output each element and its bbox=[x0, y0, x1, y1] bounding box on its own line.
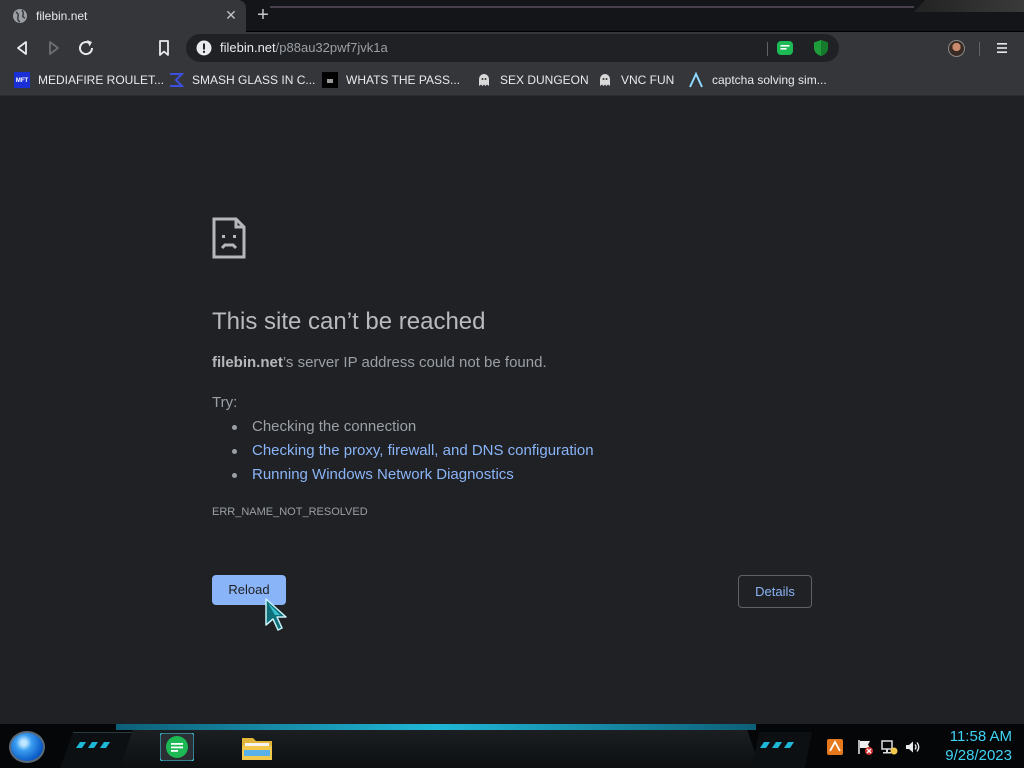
error-page: This site can’t be reached filebin.net’s… bbox=[0, 97, 1024, 724]
action-center-flag-icon[interactable] bbox=[856, 738, 874, 756]
url-text[interactable]: filebin.net/p88au32pwf7jvk1a bbox=[220, 40, 388, 56]
folder-taskbar-icon[interactable] bbox=[240, 732, 274, 762]
bookmark-sex-dungeon[interactable]: SEX DUNGEON bbox=[476, 71, 589, 89]
reload-icon[interactable] bbox=[74, 36, 98, 60]
bookmark-label: WHATS THE PASS... bbox=[346, 73, 461, 87]
menu-icon[interactable] bbox=[990, 36, 1014, 60]
suggestion-text[interactable]: Running Windows Network Diagnostics bbox=[252, 465, 514, 485]
shield-icon[interactable] bbox=[812, 39, 830, 57]
address-bar[interactable]: filebin.net/p88au32pwf7jvk1a bbox=[186, 34, 839, 62]
globe-icon bbox=[13, 9, 27, 23]
bookmark-label: captcha solving sim... bbox=[712, 73, 827, 87]
url-path: /p88au32pwf7jvk1a bbox=[275, 40, 388, 55]
bookmark-label: SMASH GLASS IN C... bbox=[192, 73, 316, 87]
error-message: filebin.net’s server IP address could no… bbox=[212, 353, 547, 373]
mouse-cursor-icon bbox=[265, 598, 287, 631]
toolbar-divider bbox=[979, 42, 980, 56]
tab-title: filebin.net bbox=[36, 9, 88, 23]
error-message-rest: ’s server IP address could not be found. bbox=[282, 354, 547, 371]
forward-icon[interactable] bbox=[42, 36, 66, 60]
new-tab-button[interactable]: + bbox=[252, 4, 274, 26]
clock-time[interactable]: 11:58 AM bbox=[934, 728, 1012, 745]
mft-icon: MFT bbox=[14, 72, 30, 88]
start-orb-icon[interactable] bbox=[9, 731, 45, 763]
url-host: filebin.net bbox=[220, 40, 276, 55]
details-button[interactable]: Details bbox=[738, 575, 812, 608]
ghost-icon bbox=[479, 74, 489, 86]
bullet bbox=[232, 425, 237, 430]
bookmark-label: MEDIAFIRE ROULET... bbox=[38, 73, 165, 87]
sad-document-icon bbox=[212, 217, 246, 259]
ghost-icon bbox=[600, 74, 610, 86]
green-extension-icon[interactable] bbox=[776, 39, 794, 57]
taskbar-accent-strip bbox=[116, 724, 756, 730]
back-icon[interactable] bbox=[10, 36, 34, 60]
chevrons-decoration-icon bbox=[760, 742, 794, 748]
bookmark-smash-glass[interactable]: SMASH GLASS IN C... bbox=[168, 71, 315, 89]
lambda-icon bbox=[689, 72, 703, 88]
tab-close-icon[interactable]: ✕ bbox=[222, 6, 240, 24]
svg-text:MFT: MFT bbox=[16, 78, 29, 84]
bookmarks-bar: MFT MEDIAFIRE ROULET... SMASH GLASS IN C… bbox=[0, 64, 1024, 96]
try-label: Try: bbox=[212, 394, 238, 411]
error-host: filebin.net bbox=[212, 354, 283, 371]
bookmark-icon[interactable] bbox=[152, 36, 176, 60]
bullet bbox=[232, 449, 237, 454]
bookmark-mediafire[interactable]: MFT MEDIAFIRE ROULET... bbox=[14, 71, 164, 89]
volume-icon[interactable] bbox=[904, 738, 922, 756]
taskbar-panel-right bbox=[752, 732, 812, 768]
network-icon[interactable] bbox=[880, 738, 898, 756]
chat-app-taskbar-icon[interactable] bbox=[160, 733, 194, 761]
orange-tray-icon[interactable] bbox=[826, 738, 844, 756]
clock-date[interactable]: 9/28/2023 bbox=[934, 747, 1012, 764]
profile-avatar[interactable] bbox=[948, 40, 965, 57]
tab-filebin[interactable]: filebin.net ✕ bbox=[0, 0, 246, 32]
sigma-icon bbox=[170, 73, 184, 87]
error-heading: This site can’t be reached bbox=[212, 308, 486, 335]
bullet bbox=[232, 473, 237, 478]
tab-strip: filebin.net ✕ + bbox=[0, 0, 1024, 32]
bookmark-label: VNC FUN bbox=[621, 73, 675, 87]
omnibox-divider bbox=[767, 42, 768, 56]
bookmark-label: SEX DUNGEON bbox=[500, 73, 589, 87]
suggestion-text: Checking the connection bbox=[252, 418, 417, 435]
window-frame-decoration bbox=[914, 0, 1024, 12]
bookmark-vnc-fun[interactable]: VNC FUN bbox=[597, 71, 674, 89]
black-square-icon bbox=[322, 72, 338, 88]
bookmark-whats-the-pass[interactable]: WHATS THE PASS... bbox=[322, 71, 460, 89]
browser-toolbar: filebin.net/p88au32pwf7jvk1a bbox=[0, 32, 1024, 64]
chevrons-decoration-icon bbox=[76, 742, 110, 748]
bookmark-captcha[interactable]: captcha solving sim... bbox=[688, 71, 827, 89]
suggestion-text[interactable]: Checking the proxy, firewall, and DNS co… bbox=[252, 441, 594, 461]
error-code: ERR_NAME_NOT_RESOLVED bbox=[212, 506, 368, 518]
taskbar-panel-center bbox=[120, 730, 760, 768]
info-warning-icon[interactable] bbox=[196, 40, 212, 56]
